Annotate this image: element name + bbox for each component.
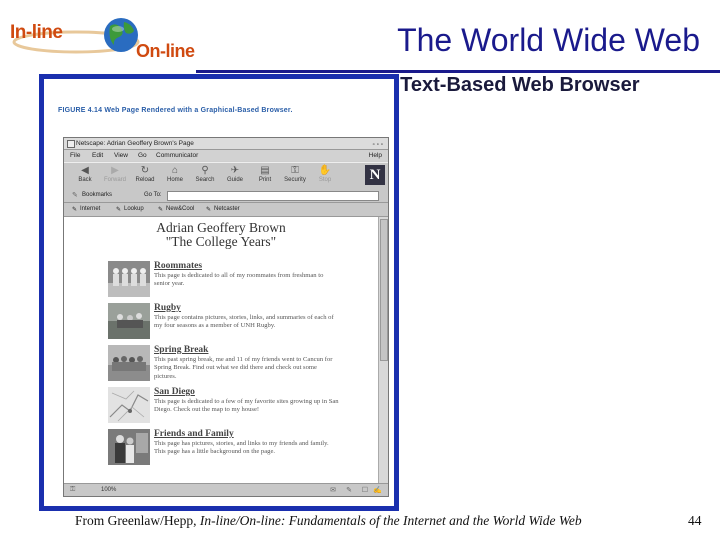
back-label: Back bbox=[78, 177, 92, 183]
security-button[interactable]: ⚿ Security bbox=[280, 165, 310, 187]
friends-family-link[interactable]: Friends and Family bbox=[154, 429, 234, 439]
rugby-link[interactable]: Rugby bbox=[154, 303, 181, 313]
san-diego-description: This page is dedicated to a few of my fa… bbox=[154, 398, 339, 414]
footer-prefix: From Greenlaw/Hepp, bbox=[75, 513, 200, 528]
spring-break-photo-icon[interactable] bbox=[108, 345, 150, 381]
personal-netcaster[interactable]: Netcaster bbox=[214, 206, 240, 212]
roommates-photo-icon[interactable] bbox=[108, 261, 150, 297]
guide-button[interactable]: ✈ Guide bbox=[220, 165, 250, 187]
search-icon: ⚲ bbox=[201, 165, 209, 176]
netscape-window: Netscape: Adrian Geoffery Brown's Page ▫… bbox=[63, 137, 389, 497]
search-label: Search bbox=[195, 177, 215, 183]
rugby-photo-icon[interactable] bbox=[108, 303, 150, 339]
window-menu-icon[interactable] bbox=[67, 140, 75, 148]
list-item: Spring Break This past spring break, me … bbox=[108, 345, 338, 385]
menu-go[interactable]: Go bbox=[138, 150, 147, 161]
friends-family-description: This page has pictures, stories, and lin… bbox=[154, 440, 329, 456]
security-label: Security bbox=[284, 177, 306, 183]
bookmarks-button[interactable]: Bookmarks bbox=[82, 192, 112, 198]
page-content: Adrian Geoffery Brown "The College Years… bbox=[64, 217, 378, 483]
rugby-description: This page contains pictures, stories, li… bbox=[154, 314, 334, 330]
discussion-icon[interactable]: ✎ bbox=[346, 486, 352, 494]
personal-toolbar: ✎ Internet ✎ Lookup ✎ New&Cool ✎ Netcast… bbox=[64, 203, 388, 217]
back-arrow-icon: ◀ bbox=[81, 165, 89, 176]
print-button[interactable]: ▤ Print bbox=[250, 165, 280, 187]
print-icon: ▤ bbox=[260, 165, 270, 176]
netscape-logo-icon[interactable]: N bbox=[365, 165, 385, 185]
url-input[interactable] bbox=[167, 191, 379, 201]
status-zoom: 100% bbox=[101, 487, 117, 493]
window-title: Netscape: Adrian Geoffery Brown's Page bbox=[76, 140, 194, 147]
home-label: Home bbox=[166, 177, 183, 183]
forward-button[interactable]: ▶ Forward bbox=[100, 165, 130, 187]
composer-icon[interactable]: ☐ bbox=[362, 486, 368, 494]
stop-icon: ✋ bbox=[318, 165, 332, 176]
menu-file[interactable]: File bbox=[70, 150, 80, 161]
menu-view[interactable]: View bbox=[114, 150, 128, 161]
guide-icon: ✈ bbox=[230, 165, 240, 176]
search-button[interactable]: ⚲ Search bbox=[190, 165, 220, 187]
logo-text-inline: In-line bbox=[10, 22, 63, 43]
figure-scan: FIGURE 4.14 Web Page Rendered with a Gra… bbox=[50, 83, 389, 500]
logo-text-online: On-line bbox=[136, 41, 195, 61]
page-heading-subtitle: "The College Years" bbox=[165, 234, 277, 249]
print-label: Print bbox=[258, 177, 272, 183]
menu-help[interactable]: Help bbox=[369, 150, 382, 161]
home-button[interactable]: ⌂ Home bbox=[160, 165, 190, 187]
figure-frame: FIGURE 4.14 Web Page Rendered with a Gra… bbox=[39, 74, 399, 511]
scrollbar-thumb[interactable] bbox=[380, 219, 388, 361]
footer-book-title: In-line/On-line: Fundamentals of the Int… bbox=[199, 513, 582, 528]
component-bar-icon[interactable]: ✉ bbox=[330, 486, 336, 494]
security-lock-icon[interactable]: ⚿ bbox=[70, 486, 75, 494]
reload-label: Reload bbox=[135, 177, 155, 183]
roommates-description: This page is dedicated to all of my room… bbox=[154, 272, 324, 288]
vertical-scrollbar[interactable] bbox=[378, 217, 388, 483]
menu-communicator[interactable]: Communicator bbox=[156, 150, 198, 161]
page-number: 44 bbox=[688, 513, 702, 528]
personal-newcool[interactable]: New&Cool bbox=[166, 206, 194, 212]
figure-caption: FIGURE 4.14 Web Page Rendered with a Gra… bbox=[58, 107, 293, 114]
slide-title: The World Wide Web bbox=[397, 22, 700, 58]
menu-bar: File Edit View Go Communicator Help bbox=[64, 150, 388, 161]
security-icon: ⚿ bbox=[291, 165, 299, 176]
friends-family-photo-icon[interactable] bbox=[108, 429, 150, 465]
spring-break-description: This past spring break, me and 11 of my … bbox=[154, 356, 333, 380]
editor-icon[interactable]: ✍ bbox=[373, 486, 382, 494]
lookup-link-icon: ✎ bbox=[116, 207, 122, 213]
reload-icon: ↻ bbox=[140, 165, 150, 176]
back-button[interactable]: ◀ Back bbox=[70, 165, 100, 187]
goto-label: Go To: bbox=[144, 192, 162, 198]
list-item: Friends and Family This page has picture… bbox=[108, 429, 338, 469]
forward-arrow-icon: ▶ bbox=[111, 165, 119, 176]
stop-label: Stop bbox=[318, 177, 332, 183]
san-diego-map-icon[interactable] bbox=[108, 387, 150, 423]
list-item: Roommates This page is dedicated to all … bbox=[108, 261, 338, 301]
personal-lookup[interactable]: Lookup bbox=[124, 206, 144, 212]
navigation-toolbar: ◀ Back ▶ Forward ↻ Reload ⌂ Home ⚲ Searc… bbox=[64, 162, 388, 190]
status-bar: ⚿ 100% ✉ ✎ ☐ ✍ bbox=[64, 483, 388, 496]
personal-internet[interactable]: Internet bbox=[80, 206, 100, 212]
san-diego-link[interactable]: San Diego bbox=[154, 387, 195, 397]
menu-edit[interactable]: Edit bbox=[92, 150, 103, 161]
roommates-link[interactable]: Roommates bbox=[154, 261, 202, 271]
inline-online-logo: In-line On-line bbox=[6, 8, 196, 66]
list-item: San Diego This page is dedicated to a fe… bbox=[108, 387, 339, 427]
location-bar: ✎ Bookmarks Go To: bbox=[64, 189, 388, 203]
forward-label: Forward bbox=[103, 177, 126, 183]
spring-break-link[interactable]: Spring Break bbox=[154, 345, 208, 355]
list-item: Rugby This page contains pictures, stori… bbox=[108, 303, 338, 343]
stop-button[interactable]: ✋ Stop bbox=[310, 165, 340, 187]
reload-button[interactable]: ↻ Reload bbox=[130, 165, 160, 187]
internet-link-icon: ✎ bbox=[72, 207, 78, 213]
title-divider bbox=[196, 70, 720, 73]
slide-footer: From Greenlaw/Hepp, In-line/On-line: Fun… bbox=[75, 513, 582, 529]
newcool-link-icon: ✎ bbox=[158, 207, 164, 213]
window-titlebar: Netscape: Adrian Geoffery Brown's Page ▫… bbox=[64, 138, 388, 150]
guide-label: Guide bbox=[226, 177, 243, 183]
home-icon: ⌂ bbox=[171, 165, 179, 176]
bookmark-icon[interactable]: ✎ bbox=[72, 191, 78, 199]
netcaster-link-icon: ✎ bbox=[206, 207, 212, 213]
